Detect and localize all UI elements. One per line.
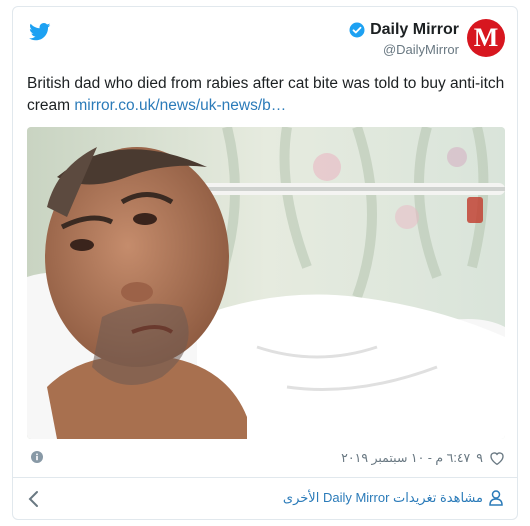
avatar[interactable]: M [467, 19, 505, 57]
author-display-name[interactable]: Daily Mirror [370, 21, 459, 39]
tweet-timestamp[interactable]: ٦:٤٧ م - ١٠ سبتمبر ٢٠١٩ [341, 450, 470, 465]
tweet-link[interactable]: mirror.co.uk/news/uk-news/b… [74, 97, 286, 114]
like-count: ٩ [476, 451, 483, 465]
tweet-author[interactable]: Daily Mirror @DailyMirror M [349, 19, 505, 63]
photo-illustration [27, 127, 505, 439]
person-icon [489, 490, 503, 506]
avatar-logo-letter: M [473, 23, 499, 52]
tweet-photo[interactable] [27, 127, 505, 439]
chevron-left-icon[interactable] [27, 490, 41, 508]
display-name-row: Daily Mirror [349, 21, 459, 39]
tweet-footer: مشاهدة تغريدات Daily Mirror الأخرى [13, 478, 517, 520]
info-icon[interactable] [31, 451, 43, 463]
more-tweets-link[interactable]: مشاهدة تغريدات Daily Mirror الأخرى [283, 490, 503, 506]
verified-badge-icon [349, 22, 365, 38]
tweet-text: British dad who died from rabies after c… [27, 73, 505, 117]
heart-icon[interactable] [489, 451, 505, 465]
more-tweets-label: مشاهدة تغريدات Daily Mirror الأخرى [282, 490, 483, 505]
author-names: Daily Mirror @DailyMirror [349, 19, 459, 63]
twitter-bird-icon[interactable] [29, 23, 51, 41]
tweet-meta: ٦:٤٧ م - ١٠ سبتمبر ٢٠١٩ ٩ [27, 447, 505, 469]
embedded-tweet-card: Daily Mirror @DailyMirror M British dad … [12, 6, 518, 520]
author-handle[interactable]: @DailyMirror [349, 42, 459, 57]
meta-right: ٦:٤٧ م - ١٠ سبتمبر ٢٠١٩ ٩ [341, 450, 505, 465]
